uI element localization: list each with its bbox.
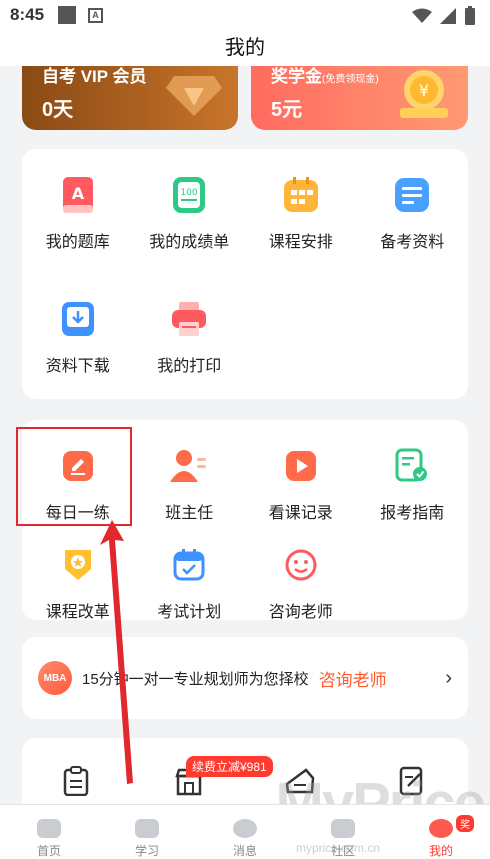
- tab-messages[interactable]: 消息: [196, 805, 294, 859]
- document-icon: [392, 175, 432, 215]
- diamond-icon: [166, 76, 222, 116]
- grid-item-head-teacher[interactable]: 班主任: [134, 446, 246, 523]
- grid-item-question-bank[interactable]: A 我的题库: [22, 175, 134, 252]
- grid-item-label: 课程安排: [268, 234, 333, 251]
- tab-label: 我的: [428, 844, 453, 858]
- download-icon: [58, 299, 98, 339]
- grid-item-schedule[interactable]: 课程安排: [245, 175, 357, 252]
- grid-item-watch-history[interactable]: 看课记录: [245, 446, 357, 523]
- grid-item-download[interactable]: 资料下载: [22, 299, 134, 376]
- grid-item-label: 考试计划: [157, 604, 222, 621]
- yuan-medal-icon: ¥: [400, 70, 448, 118]
- home-icon: [37, 819, 61, 838]
- guide-icon: [392, 446, 432, 486]
- signal-icon: [440, 8, 456, 24]
- profile-icon: [429, 819, 453, 838]
- promo-text: 15分钟一对一专业规划师为您择校: [82, 670, 309, 688]
- page-title: 我的: [0, 30, 490, 66]
- message-icon: [233, 819, 257, 838]
- scholarship-banner[interactable]: 奖学金(免费领现金) 5元 ¥: [251, 66, 468, 130]
- grid-item-print[interactable]: 我的打印: [134, 299, 246, 376]
- grid-item-label: 咨询老师: [268, 604, 333, 621]
- grid-item-exam-guide[interactable]: 报考指南: [357, 446, 469, 523]
- tab-home[interactable]: 首页: [0, 805, 98, 859]
- clipboard-icon[interactable]: [62, 766, 90, 796]
- vip-banner[interactable]: 自考 VIP 会员 0天: [22, 66, 238, 130]
- calendar-icon: [281, 175, 321, 215]
- grid-item-label: 报考指南: [380, 505, 445, 522]
- question-bank-icon: A: [58, 175, 98, 215]
- grid-item-label: 课程改革: [45, 604, 110, 621]
- notification-icon: [58, 6, 77, 24]
- status-time: 8:45: [10, 5, 45, 24]
- battery-icon: [465, 6, 475, 25]
- grid-item-label: 看课记录: [268, 505, 333, 522]
- grid-item-label: 资料下载: [45, 358, 110, 375]
- printer-icon: [169, 299, 209, 339]
- transcript-icon: 100: [169, 175, 209, 215]
- grid-item-consult-teacher[interactable]: 咨询老师: [245, 545, 357, 622]
- consult-teacher-link[interactable]: 咨询老师: [319, 666, 387, 691]
- consult-icon: [281, 545, 321, 585]
- grid-item-label: 我的成绩单: [149, 234, 230, 251]
- svg-text:A: A: [72, 184, 85, 203]
- wifi-icon: [412, 8, 432, 23]
- watermark-url: myprice.com.cn: [295, 841, 380, 855]
- highlight-box: [16, 427, 132, 526]
- grid-item-materials[interactable]: 备考资料: [357, 175, 469, 252]
- status-bar: 8:45 A: [0, 0, 490, 30]
- bottom-tab-bar: 首页 学习 消息 社区 我的奖: [0, 804, 490, 859]
- my-tools-card: A 我的题库 100 我的成绩单 课程安排 备考资料 资料下载 我的打印: [22, 149, 468, 399]
- grid-item-exam-plan[interactable]: 考试计划: [134, 545, 246, 622]
- tab-label: 消息: [232, 844, 257, 858]
- reward-badge: 奖: [456, 815, 474, 832]
- mba-badge: MBA: [38, 661, 72, 695]
- teacher-icon: [169, 446, 209, 486]
- tab-label: 学习: [134, 844, 159, 858]
- tab-profile[interactable]: 我的奖: [392, 805, 490, 859]
- community-icon: [331, 819, 355, 838]
- study-icon: [135, 819, 159, 838]
- badge-icon: [58, 545, 98, 585]
- tab-study[interactable]: 学习: [98, 805, 196, 859]
- tab-label: 首页: [36, 844, 61, 858]
- grid-item-label: 我的打印: [157, 358, 222, 375]
- plan-icon: [169, 545, 209, 585]
- grid-item-label: 我的题库: [45, 234, 110, 251]
- grid-item-transcript[interactable]: 100 我的成绩单: [134, 175, 246, 252]
- grid-item-label: 备考资料: [380, 234, 445, 251]
- grid-item-label: 班主任: [165, 505, 214, 522]
- app-notification-icon: A: [88, 7, 104, 23]
- svg-text:¥: ¥: [419, 81, 429, 100]
- play-icon: [281, 446, 321, 486]
- discount-badge: 续费立减¥981: [186, 756, 273, 777]
- svg-text:100: 100: [181, 188, 198, 198]
- consult-promo-bar[interactable]: MBA 15分钟一对一专业规划师为您择校 咨询老师 ›: [22, 637, 468, 719]
- chevron-right-icon: ›: [445, 666, 452, 689]
- grid-item-course-reform[interactable]: 课程改革: [22, 545, 134, 622]
